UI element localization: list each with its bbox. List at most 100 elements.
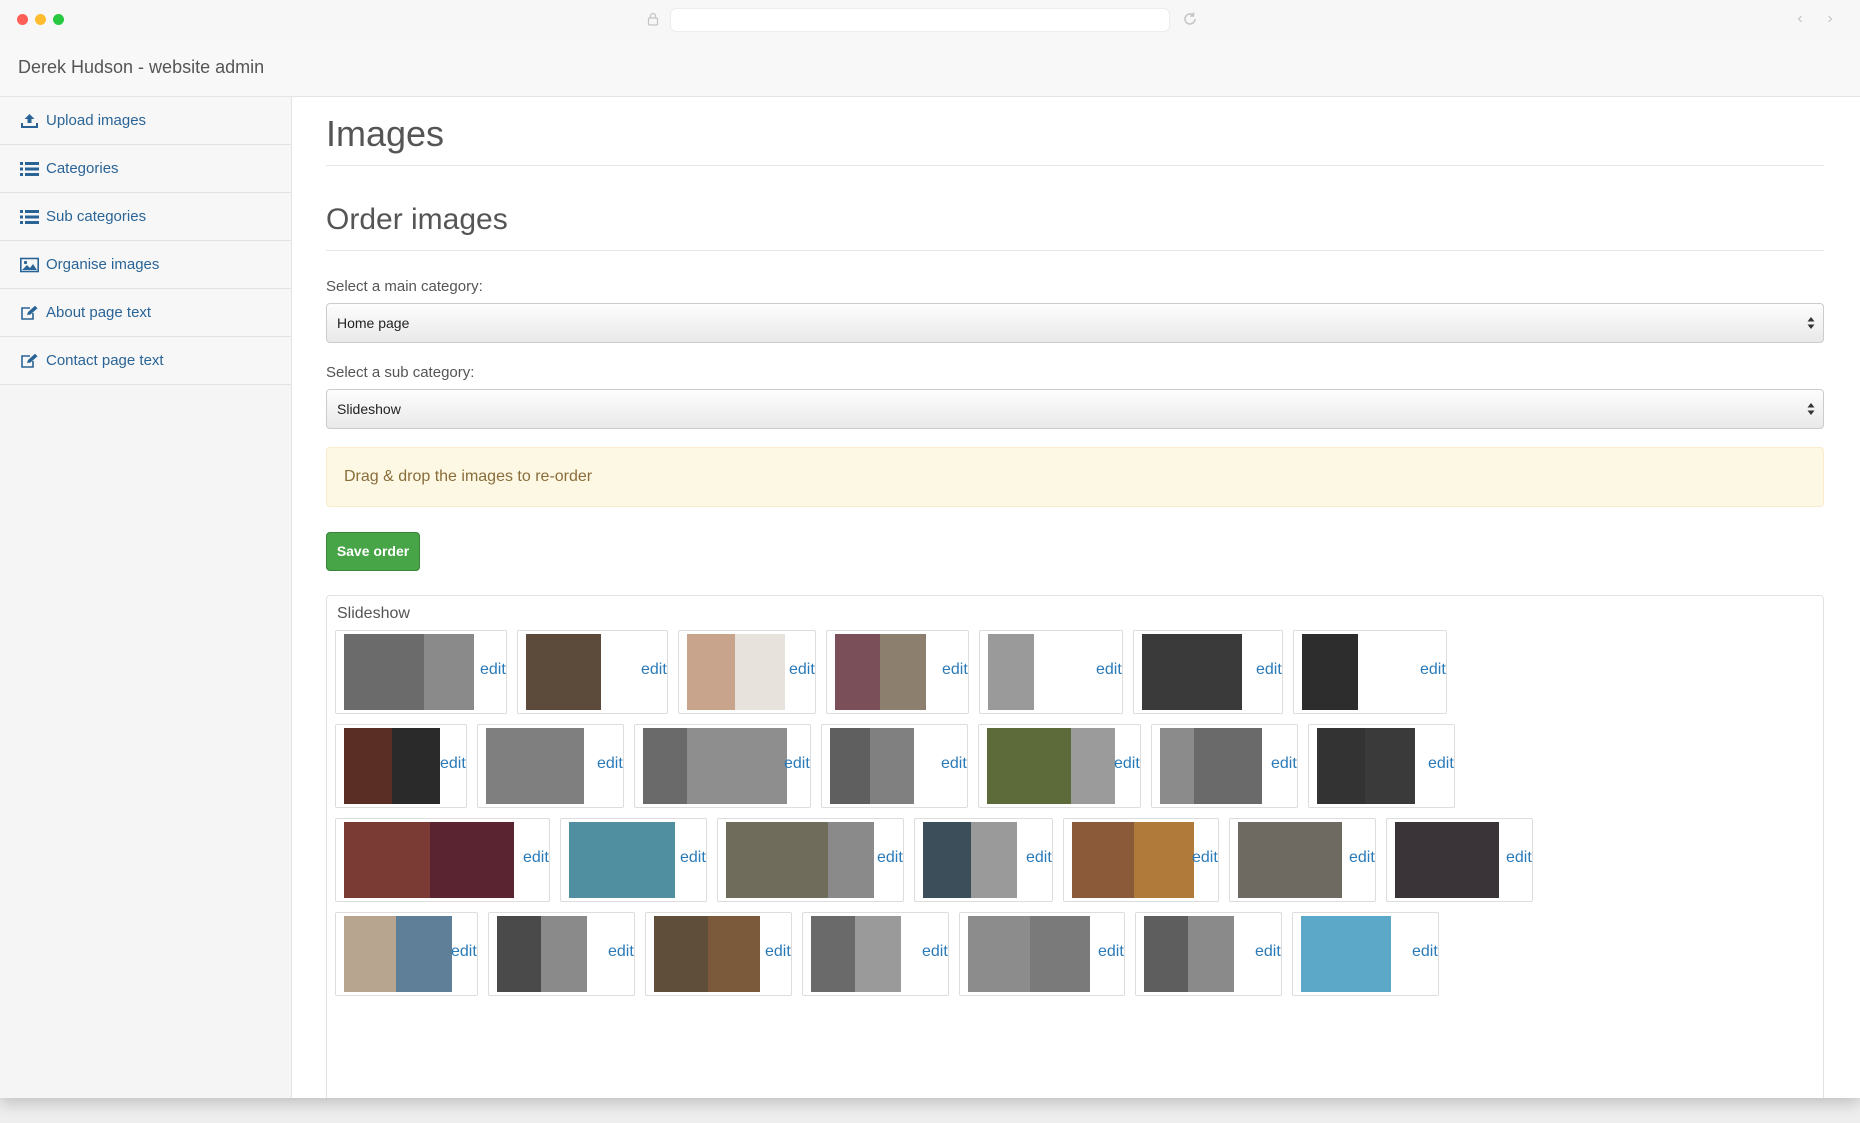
sidebar: Upload images Categories Sub categories …: [0, 97, 292, 1098]
edit-link[interactable]: edit: [597, 755, 623, 773]
edit-link[interactable]: edit: [523, 849, 549, 867]
sidebar-item-sub-categories[interactable]: Sub categories: [0, 193, 291, 241]
photo: [1238, 822, 1342, 898]
sidebar-item-categories[interactable]: Categories: [0, 145, 291, 193]
image-tile[interactable]: edit: [978, 724, 1141, 808]
edit-link[interactable]: edit: [1026, 849, 1052, 867]
photo: [726, 822, 828, 898]
photo: [1144, 916, 1188, 992]
edit-link[interactable]: edit: [1349, 849, 1375, 867]
image-tile[interactable]: edit: [560, 818, 707, 902]
image-tile[interactable]: edit: [821, 724, 968, 808]
image-tile[interactable]: edit: [1229, 818, 1376, 902]
image-tile[interactable]: edit: [717, 818, 904, 902]
image-tile[interactable]: edit: [979, 630, 1123, 714]
image-tile[interactable]: edit: [1292, 912, 1439, 996]
edit-link[interactable]: edit: [1256, 661, 1282, 679]
image-thumbnail: [1142, 634, 1242, 710]
image-tile[interactable]: edit: [335, 724, 467, 808]
edit-link[interactable]: edit: [1271, 755, 1297, 773]
browser-chrome: ‹ ›: [0, 0, 1860, 40]
edit-link[interactable]: edit: [1420, 661, 1446, 679]
edit-link[interactable]: edit: [942, 661, 968, 679]
image-tile[interactable]: edit: [1135, 912, 1282, 996]
edit-link[interactable]: edit: [641, 661, 667, 679]
save-order-button[interactable]: Save order: [326, 532, 420, 571]
photo: [830, 728, 870, 804]
image-tile[interactable]: edit: [678, 630, 816, 714]
edit-link[interactable]: edit: [1098, 943, 1124, 961]
close-window-button[interactable]: [17, 14, 28, 25]
edit-link[interactable]: edit: [1428, 755, 1454, 773]
edit-link[interactable]: edit: [680, 849, 706, 867]
edit-link[interactable]: edit: [1506, 849, 1532, 867]
photo: [968, 916, 1030, 992]
image-tile[interactable]: edit: [826, 630, 969, 714]
edit-link[interactable]: edit: [451, 943, 477, 961]
image-tile[interactable]: edit: [517, 630, 668, 714]
edit-link[interactable]: edit: [480, 661, 506, 679]
image-tile[interactable]: edit: [335, 630, 507, 714]
image-tile[interactable]: edit: [1308, 724, 1455, 808]
edit-link[interactable]: edit: [784, 755, 810, 773]
sidebar-item-upload-images[interactable]: Upload images: [0, 97, 291, 145]
edit-link[interactable]: edit: [1096, 661, 1122, 679]
photo: [643, 728, 687, 804]
image-tile[interactable]: edit: [1133, 630, 1283, 714]
edit-link[interactable]: edit: [922, 943, 948, 961]
reload-icon[interactable]: [1181, 10, 1199, 28]
edit-link[interactable]: edit: [941, 755, 967, 773]
page-title: Images: [326, 113, 445, 154]
image-tile[interactable]: edit: [477, 724, 624, 808]
edit-link[interactable]: edit: [789, 661, 815, 679]
image-thumbnail: [1302, 634, 1358, 710]
address-bar[interactable]: [670, 8, 1170, 32]
image-thumbnail: [987, 728, 1115, 804]
brand-title[interactable]: Derek Hudson - website admin: [18, 57, 264, 78]
image-tile[interactable]: edit: [1151, 724, 1298, 808]
image-tile[interactable]: edit: [645, 912, 792, 996]
image-tile[interactable]: edit: [1386, 818, 1533, 902]
main-category-select[interactable]: Home page: [326, 303, 1824, 343]
sidebar-item-contact-page-text[interactable]: Contact page text: [0, 337, 291, 385]
minimize-window-button[interactable]: [35, 14, 46, 25]
photo: [971, 822, 1017, 898]
edit-link[interactable]: edit: [608, 943, 634, 961]
image-tile[interactable]: edit: [959, 912, 1125, 996]
sub-category-label: Select a sub category:: [326, 364, 475, 381]
image-tile[interactable]: edit: [914, 818, 1053, 902]
sidebar-item-organise-images[interactable]: Organise images: [0, 241, 291, 289]
sub-category-select[interactable]: Slideshow: [326, 389, 1824, 429]
sidebar-item-label: About page text: [46, 304, 152, 321]
edit-link[interactable]: edit: [765, 943, 791, 961]
image-tile[interactable]: edit: [1293, 630, 1447, 714]
edit-link[interactable]: edit: [440, 755, 466, 773]
image-thumbnail: [344, 822, 514, 898]
edit-link[interactable]: edit: [1412, 943, 1438, 961]
photo: [1030, 916, 1090, 992]
divider: [326, 165, 1824, 166]
photo: [923, 822, 971, 898]
image-tile[interactable]: edit: [802, 912, 949, 996]
image-tile[interactable]: edit: [488, 912, 635, 996]
image-tile[interactable]: edit: [1063, 818, 1219, 902]
edit-link[interactable]: edit: [877, 849, 903, 867]
image-tile[interactable]: edit: [634, 724, 811, 808]
photo: [569, 822, 675, 898]
photo: [344, 634, 424, 710]
image-tile[interactable]: edit: [335, 818, 550, 902]
forward-arrow-icon[interactable]: ›: [1822, 10, 1838, 28]
edit-link[interactable]: edit: [1192, 849, 1218, 867]
edit-link[interactable]: edit: [1255, 943, 1281, 961]
lock-icon: [647, 12, 659, 26]
picture-icon: [20, 257, 39, 272]
image-thumbnail: [654, 916, 760, 992]
edit-link[interactable]: edit: [1114, 755, 1140, 773]
image-tile[interactable]: edit: [335, 912, 478, 996]
sidebar-item-about-page-text[interactable]: About page text: [0, 289, 291, 337]
photo: [497, 916, 541, 992]
image-thumbnail: [1301, 916, 1391, 992]
back-arrow-icon[interactable]: ‹: [1792, 10, 1808, 28]
image-thumbnail: [344, 916, 452, 992]
maximize-window-button[interactable]: [53, 14, 64, 25]
